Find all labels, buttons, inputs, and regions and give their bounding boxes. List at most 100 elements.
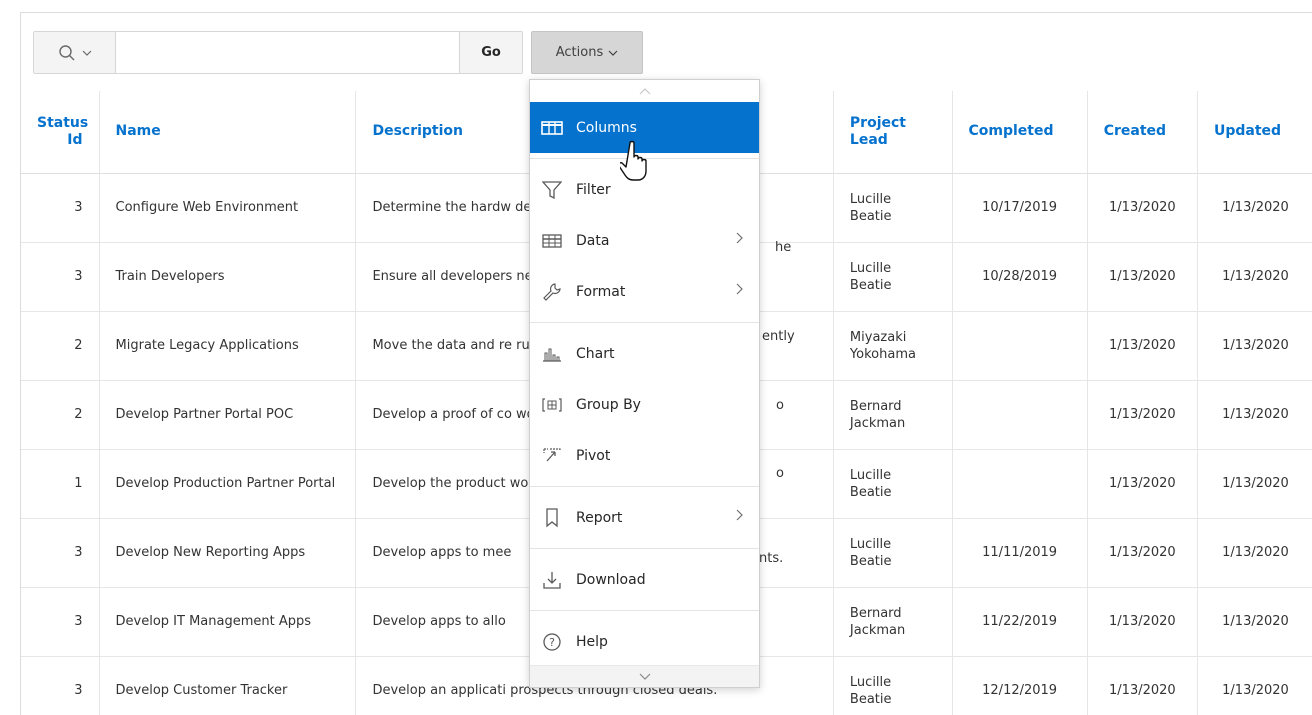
cell-project-lead: Bernard Jackman (833, 380, 953, 450)
search-column-button[interactable] (34, 32, 116, 73)
cell-completed (952, 311, 1088, 381)
cell-updated: 1/13/2020 (1197, 242, 1312, 312)
actions-menu-button[interactable]: Actions (531, 31, 643, 74)
cell-name: Develop Partner Portal POC (99, 380, 357, 450)
cell-name: Develop New Reporting Apps (99, 518, 357, 588)
cell-status-id: 3 (21, 656, 100, 715)
cell-updated: 1/13/2020 (1197, 656, 1312, 715)
cell-project-lead: Miyazaki Yokohama (833, 311, 953, 381)
chevron-right-icon (736, 283, 743, 299)
menu-scroll-down[interactable] (530, 665, 759, 687)
cell-completed: 10/17/2019 (952, 173, 1088, 243)
column-header-project-lead[interactable]: Project Lead (833, 91, 953, 174)
menu-item-group-by[interactable]: Group By (530, 379, 759, 430)
description-fragment: he (775, 240, 792, 255)
cell-name: Develop Customer Tracker (99, 656, 357, 715)
column-header-updated[interactable]: Updated (1197, 91, 1312, 174)
cell-created: 1/13/2020 (1087, 449, 1198, 519)
chevron-down-icon (82, 50, 91, 56)
go-button[interactable]: Go (460, 32, 522, 73)
column-header-completed[interactable]: Completed (952, 91, 1088, 174)
search-icon (58, 44, 74, 60)
columns-icon (540, 118, 564, 138)
cell-name: Configure Web Environment (99, 173, 357, 243)
pivot-icon (540, 446, 564, 466)
menu-item-download[interactable]: Download (530, 554, 759, 605)
cell-updated: 1/13/2020 (1197, 587, 1312, 657)
cell-status-id: 2 (21, 311, 100, 381)
hand-cursor-icon (620, 140, 647, 181)
search-bar: Go (33, 31, 523, 74)
menu-item-help[interactable]: ? Help (530, 616, 759, 667)
cell-updated: 1/13/2020 (1197, 173, 1312, 243)
cell-updated: 1/13/2020 (1197, 311, 1312, 381)
menu-item-label: Group By (576, 396, 641, 413)
menu-item-label: Download (576, 571, 646, 588)
chevron-right-icon (736, 509, 743, 525)
cell-project-lead: Lucille Beatie (833, 656, 953, 715)
cell-created: 1/13/2020 (1087, 518, 1198, 588)
menu-item-pivot[interactable]: Pivot (530, 430, 759, 481)
menu-item-label: Filter (576, 181, 611, 198)
column-header-created[interactable]: Created (1087, 91, 1198, 174)
cell-completed: 12/12/2019 (952, 656, 1088, 715)
menu-separator (530, 610, 759, 611)
table-icon (540, 231, 564, 251)
chevron-up-icon (639, 87, 650, 94)
group-by-icon (540, 395, 564, 415)
description-fragment: nts. (759, 551, 784, 566)
cell-created: 1/13/2020 (1087, 587, 1198, 657)
cell-project-lead: Lucille Beatie (833, 242, 953, 312)
cell-status-id: 3 (21, 518, 100, 588)
menu-item-label: Report (576, 509, 623, 526)
cell-completed (952, 380, 1088, 450)
menu-item-label: Format (576, 283, 626, 300)
column-header-name[interactable]: Name (99, 91, 357, 174)
menu-separator (530, 322, 759, 323)
menu-item-report[interactable]: Report (530, 492, 759, 543)
menu-separator (530, 548, 759, 549)
description-fragment: o (776, 398, 784, 413)
menu-scroll-up[interactable] (530, 80, 759, 102)
description-fragment: ently (762, 329, 795, 344)
cell-name: Train Developers (99, 242, 357, 312)
menu-item-chart[interactable]: Chart (530, 328, 759, 379)
cell-completed (952, 449, 1088, 519)
menu-item-label: Data (576, 232, 610, 249)
cell-name: Develop Production Partner Portal (99, 449, 357, 519)
cell-created: 1/13/2020 (1087, 656, 1198, 715)
svg-text:?: ? (549, 636, 555, 649)
wrench-icon (540, 282, 564, 302)
search-input[interactable] (116, 32, 460, 73)
bookmark-icon (540, 507, 564, 528)
cell-completed: 11/22/2019 (952, 587, 1088, 657)
menu-item-data[interactable]: Data (530, 215, 759, 266)
cell-name: Migrate Legacy Applications (99, 311, 357, 381)
cell-status-id: 3 (21, 173, 100, 243)
cell-project-lead: Bernard Jackman (833, 587, 953, 657)
cell-status-id: 3 (21, 587, 100, 657)
download-icon (540, 570, 564, 590)
cell-updated: 1/13/2020 (1197, 380, 1312, 450)
actions-button-label: Actions (555, 45, 604, 60)
cell-completed: 11/11/2019 (952, 518, 1088, 588)
chevron-down-icon (608, 50, 618, 56)
menu-item-label: Chart (576, 345, 615, 362)
cell-created: 1/13/2020 (1087, 380, 1198, 450)
cell-status-id: 1 (21, 449, 100, 519)
cell-completed: 10/28/2019 (952, 242, 1088, 312)
cell-status-id: 3 (21, 242, 100, 312)
cell-updated: 1/13/2020 (1197, 449, 1312, 519)
column-header-status-id[interactable]: Status Id (21, 91, 100, 174)
cell-project-lead: Lucille Beatie (833, 518, 953, 588)
chart-icon (540, 344, 564, 364)
help-icon: ? (540, 632, 564, 652)
menu-item-format[interactable]: Format (530, 266, 759, 317)
cell-created: 1/13/2020 (1087, 242, 1198, 312)
chevron-down-icon (639, 673, 650, 680)
cell-updated: 1/13/2020 (1197, 518, 1312, 588)
menu-separator (530, 486, 759, 487)
description-fragment: o (776, 466, 784, 481)
cell-created: 1/13/2020 (1087, 311, 1198, 381)
report-toolbar: Go Actions (33, 31, 1293, 74)
